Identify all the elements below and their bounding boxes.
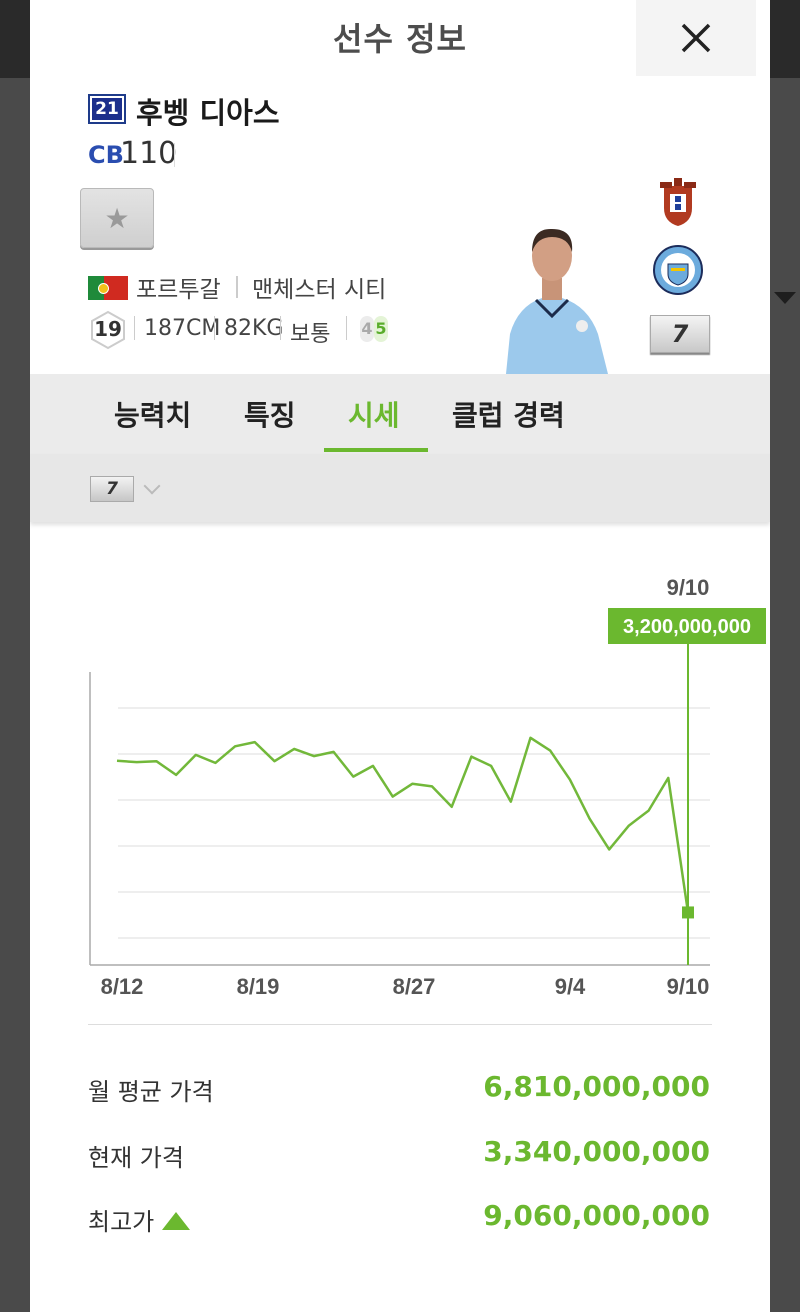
close-button[interactable] <box>636 0 756 76</box>
x-tick-label: 9/10 <box>667 974 710 999</box>
highlight-value-label: 3,200,000,000 <box>623 616 751 638</box>
tab-club-history[interactable]: 클럽 경력 <box>452 394 565 434</box>
player-body-type: 보통 <box>290 322 331 347</box>
highlight-date-label: 9/10 <box>667 575 710 600</box>
x-tick-label: 8/19 <box>237 974 280 999</box>
divider <box>346 316 347 340</box>
chevron-down-icon[interactable] <box>143 477 161 495</box>
current-price-value: 3,340,000,000 <box>483 1135 710 1168</box>
tab-stats[interactable]: 능력치 <box>114 394 191 434</box>
divider <box>134 316 135 340</box>
grade-selector-bar: 7 <box>30 454 770 522</box>
background-dropdown-arrow-icon <box>774 292 796 304</box>
highest-price-label: 최고가 <box>88 1208 155 1236</box>
strong-foot: 5 <box>374 316 388 342</box>
divider <box>88 1024 712 1025</box>
monthly-average-price-label: 월 평균 가격 <box>88 1078 214 1106</box>
highlight-point <box>682 906 694 919</box>
price-series-line <box>116 736 690 913</box>
player-weight: 82KG <box>224 316 284 341</box>
tab-market-price[interactable]: 시세 <box>348 394 400 434</box>
divider <box>236 276 238 298</box>
price-chart: 8/12 8/19 8/27 9/4 9/10 9/10 3,200,000,000 <box>89 575 766 999</box>
manchester-city-crest-icon <box>653 245 703 295</box>
x-tick-label: 8/27 <box>393 974 436 999</box>
tab-bar: 능력치 특징 시세 클럽 경력 <box>30 374 770 454</box>
monthly-average-price-value: 6,810,000,000 <box>483 1070 710 1103</box>
star-icon: ★ <box>104 201 130 235</box>
portugal-flag-icon <box>88 276 128 300</box>
current-price-label: 현재 가격 <box>88 1144 184 1172</box>
triangle-up-icon <box>162 1212 190 1230</box>
portugal-crest-icon <box>660 178 696 226</box>
grade-badge: 7 <box>650 315 710 353</box>
highest-price-value: 9,060,000,000 <box>483 1199 710 1232</box>
divider <box>214 316 215 340</box>
grade-selector[interactable]: 7 <box>90 476 134 502</box>
background-right <box>770 78 800 1312</box>
x-tick-label: 8/12 <box>101 974 144 999</box>
player-age: 19 <box>94 317 122 341</box>
tab-traits[interactable]: 특징 <box>244 394 296 434</box>
age-badge: 19 <box>88 310 128 350</box>
season-badge: 21 <box>88 94 126 124</box>
player-nation: 포르투갈 <box>136 277 221 303</box>
x-tick-label: 9/4 <box>555 974 586 999</box>
weak-foot: 4 <box>360 316 374 342</box>
divider <box>174 143 175 167</box>
player-name: 후벵 디아스 <box>136 96 280 130</box>
background-left <box>0 78 30 1312</box>
season-code: 21 <box>92 98 122 120</box>
close-icon <box>681 23 711 53</box>
player-info-modal: 선수 정보 21 후벵 디아스 CB 110 ★ 포르투갈 맨체스터 시티 19… <box>30 0 770 1312</box>
player-position: CB <box>88 141 124 169</box>
favorite-button[interactable]: ★ <box>80 188 154 248</box>
player-height: 187CM <box>144 316 221 341</box>
player-club: 맨체스터 시티 <box>252 277 387 303</box>
divider <box>280 316 281 340</box>
player-ovr: 110 <box>120 136 178 171</box>
active-tab-indicator <box>324 448 428 452</box>
player-photo <box>506 228 608 374</box>
